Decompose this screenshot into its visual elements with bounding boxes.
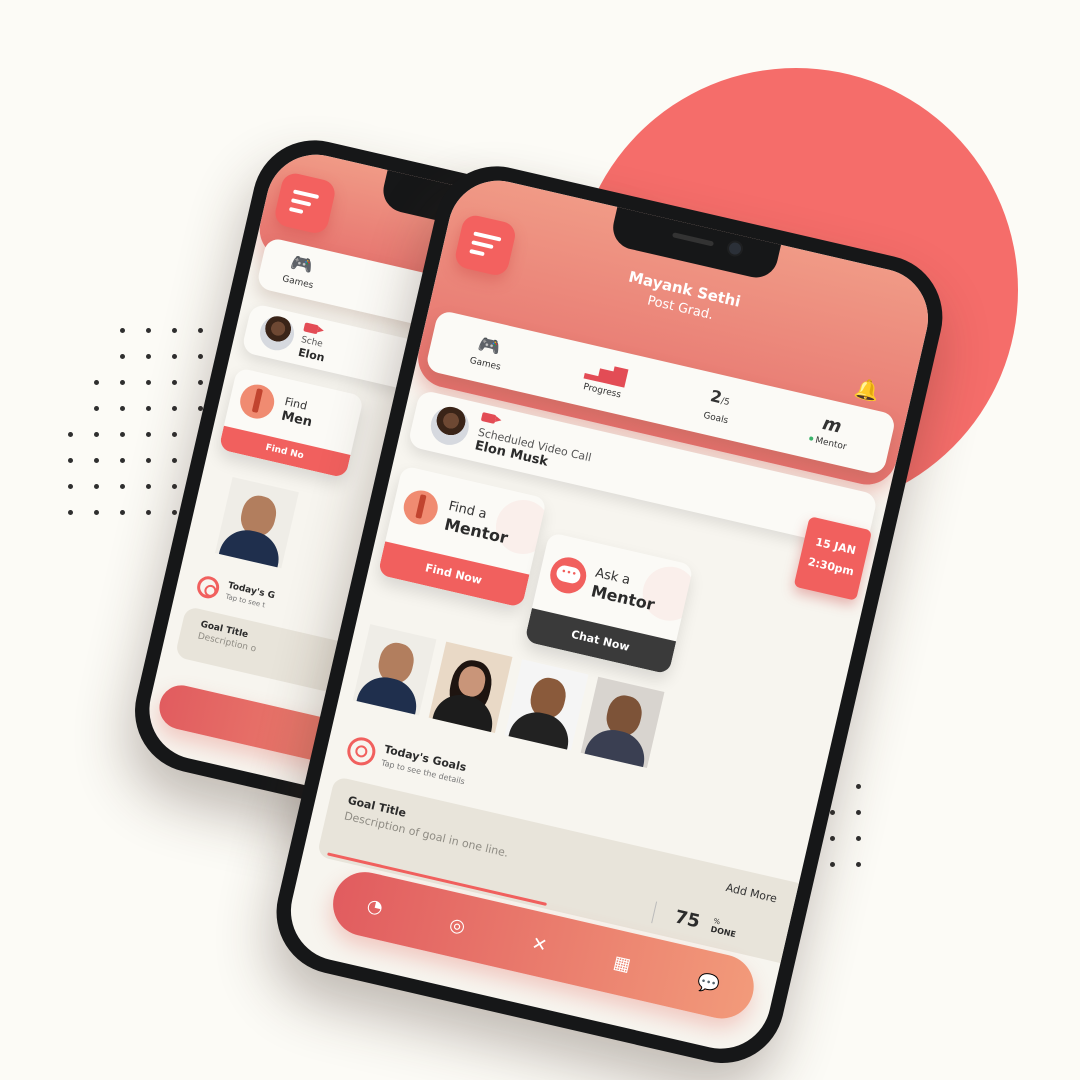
mentor-photo-2[interactable] [428,641,513,733]
mentor-photo-4[interactable] [580,676,665,769]
mentor-photo-1[interactable] [352,624,437,716]
stat-goals[interactable]: 2/5 Goals [702,386,735,426]
back-find-card[interactable]: Find Men Find No [218,367,365,479]
back-target-icon [194,574,222,601]
gamepad-icon: 🎮 [476,333,503,359]
gamepad-icon: 🎮 [288,251,316,277]
find-mentor-card[interactable]: Find a Mentor Find Now [377,465,547,608]
camera [727,241,743,256]
pie-chart-icon[interactable]: ◔ [365,894,385,918]
chat-icon[interactable]: 💬 [695,971,722,997]
goal-percent: 75 [672,906,702,933]
online-dot [809,436,815,442]
calendar-icon[interactable]: ▦ [611,951,632,975]
close-icon[interactable]: ✕ [530,932,549,956]
stat-mentor[interactable]: m Mentor [809,411,853,452]
back-avatar [256,312,298,354]
mentor-logo-icon: m [820,412,844,438]
find-now-button[interactable]: Find Now [377,541,530,608]
add-more-link[interactable]: Add More [725,881,779,905]
back-menu-button[interactable] [272,170,338,236]
target-tab-icon[interactable]: ◎ [447,913,467,937]
stat-progress[interactable]: ▂▅▇ Progress [581,358,629,400]
bell-icon[interactable]: 🔔 [852,375,882,404]
video-camera-icon [480,411,497,424]
back-video-icon [303,322,319,335]
chat-bubble-icon [546,553,590,597]
back-stat-games[interactable]: 🎮 Games [281,251,319,290]
caller-avatar [427,403,473,449]
target-icon [344,734,379,769]
pencil-icon [400,487,442,528]
back-mentor-photo[interactable] [215,476,299,569]
goal-description: Description of goal in one line. [342,809,510,860]
ask-mentor-card[interactable]: Ask a Mentor Chat Now [524,532,694,675]
mentor-photo-3[interactable] [504,659,589,751]
back-pencil-icon [236,381,278,422]
stat-games[interactable]: 🎮 Games [469,333,507,372]
